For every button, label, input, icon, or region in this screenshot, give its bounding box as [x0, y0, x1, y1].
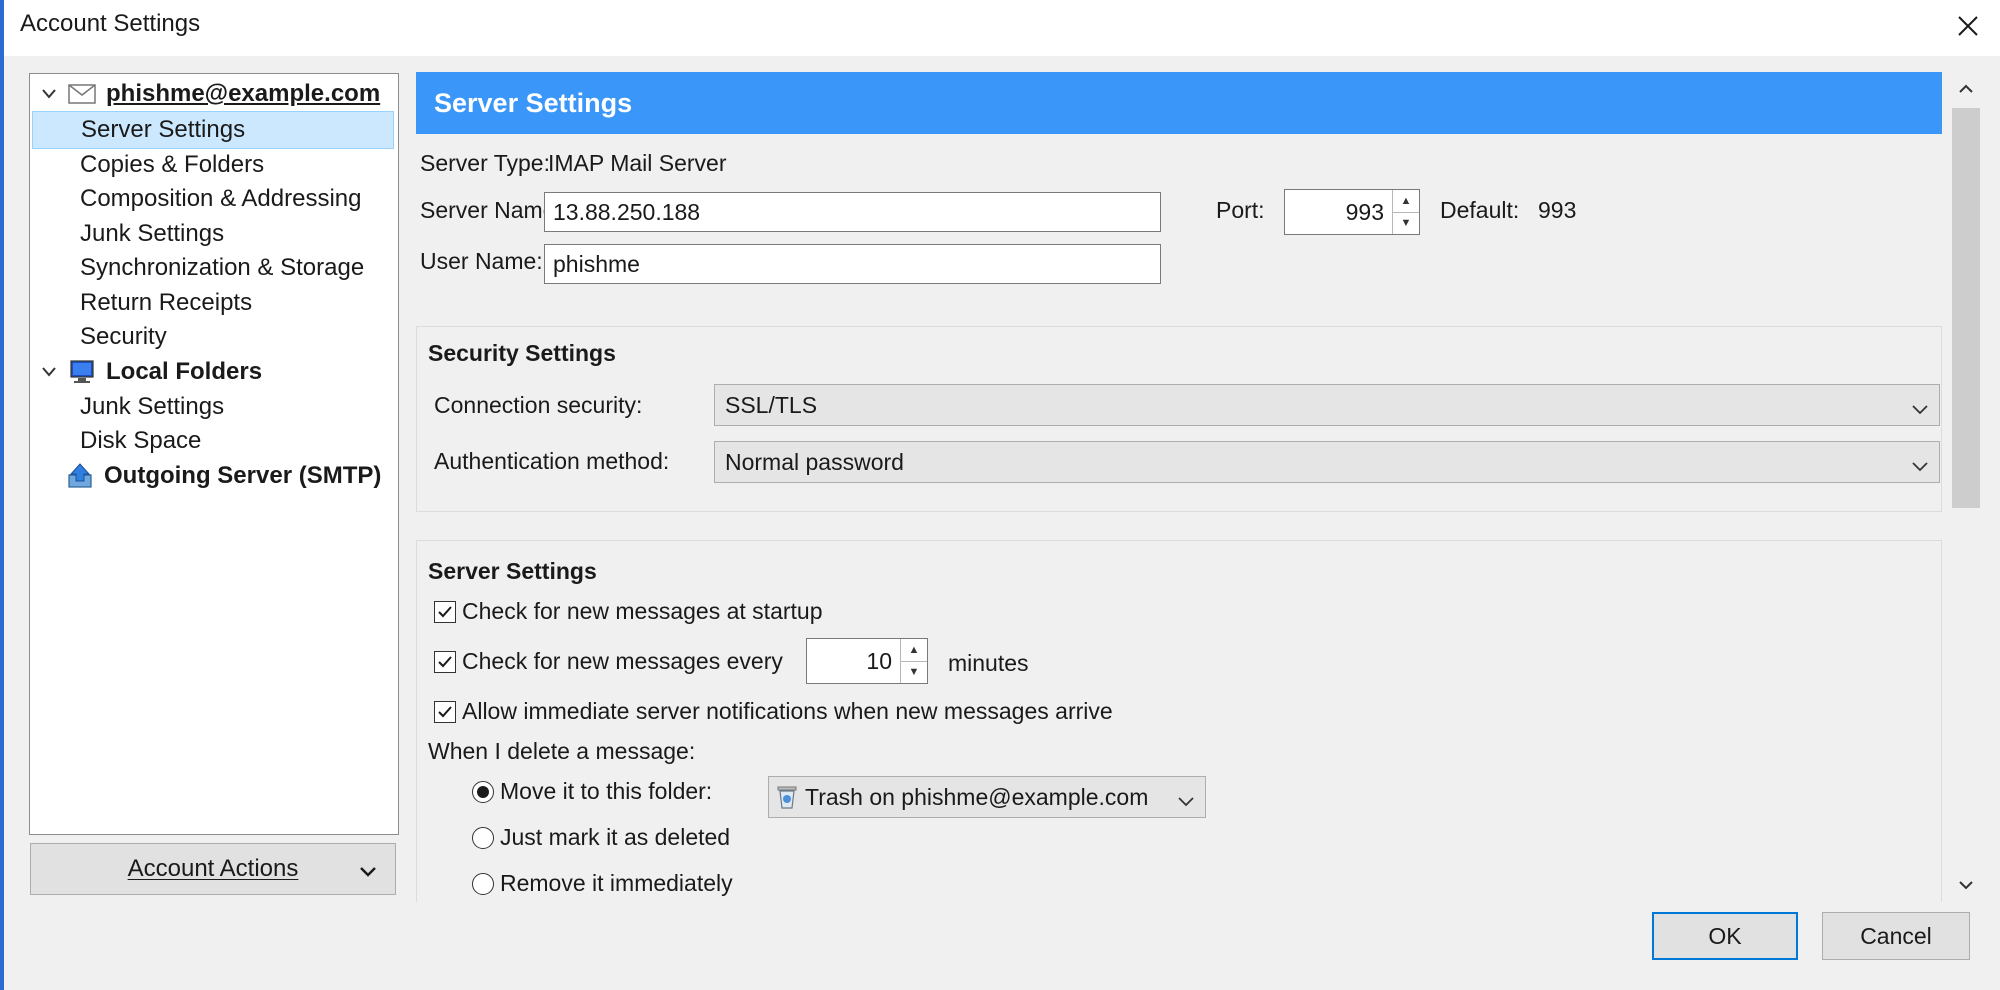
server-type-label: Server Type:	[420, 150, 550, 176]
move-folder-radio[interactable]	[472, 780, 494, 803]
check-interval-value: 10	[866, 647, 892, 674]
tree-item-composition[interactable]: Composition & Addressing	[32, 180, 394, 218]
title-bar: Account Settings	[0, 0, 2000, 56]
move-folder-row[interactable]: Move it to this folder:	[472, 778, 712, 805]
stepper-up-icon[interactable]: ▲	[901, 639, 927, 661]
tree-item-copies-folders[interactable]: Copies & Folders	[32, 146, 394, 184]
account-actions-button[interactable]: Account Actions	[30, 843, 396, 895]
scrollbar-thumb[interactable]	[1952, 108, 1980, 508]
tree-local-folders[interactable]: Local Folders	[38, 353, 262, 391]
connection-security-label: Connection security:	[434, 392, 643, 418]
tree-item-local-junk[interactable]: Junk Settings	[32, 388, 394, 426]
outgoing-server-label: Outgoing Server (SMTP)	[104, 462, 382, 489]
server-settings-title: Server Settings	[428, 558, 597, 584]
check-startup-label: Check for new messages at startup	[462, 598, 823, 624]
stepper-down-icon[interactable]: ▼	[901, 660, 927, 684]
tree-item-return-receipts[interactable]: Return Receipts	[32, 284, 394, 322]
ok-button[interactable]: OK	[1652, 912, 1798, 960]
user-name-label: User Name:	[420, 248, 543, 274]
stepper-down-icon[interactable]: ▼	[1393, 211, 1419, 235]
chevron-down-icon	[1911, 452, 1929, 479]
local-folders-label: Local Folders	[106, 358, 263, 385]
minutes-label: minutes	[948, 650, 1029, 676]
window-title: Account Settings	[20, 10, 201, 37]
tree-item-server-settings[interactable]: Server Settings	[32, 111, 394, 149]
remove-immediately-row[interactable]: Remove it immediately	[472, 870, 733, 897]
allow-notifications-checkbox[interactable]	[434, 700, 456, 723]
server-name-input[interactable]	[544, 192, 1161, 232]
chevron-down-icon	[1911, 395, 1929, 422]
trash-icon	[775, 784, 799, 810]
check-every-checkbox[interactable]	[434, 650, 456, 673]
check-startup-row[interactable]: Check for new messages at startup	[434, 598, 823, 625]
check-startup-checkbox[interactable]	[434, 600, 456, 623]
trash-folder-value: Trash on phishme@example.com	[805, 783, 1149, 810]
user-name-input[interactable]	[544, 244, 1161, 284]
tree-item-security[interactable]: Security	[32, 318, 394, 356]
mark-deleted-label: Just mark it as deleted	[500, 824, 731, 850]
close-button[interactable]	[1936, 0, 2000, 52]
security-settings-title: Security Settings	[428, 340, 616, 366]
server-type-value: IMAP Mail Server	[548, 150, 727, 176]
scroll-up-icon[interactable]	[1948, 72, 1984, 106]
allow-notifications-row[interactable]: Allow immediate server notifications whe…	[434, 698, 1113, 725]
default-port-value: 993	[1538, 197, 1577, 223]
chevron-down-icon[interactable]	[38, 88, 60, 100]
outgoing-server-icon	[64, 462, 96, 490]
computer-icon	[66, 358, 98, 386]
cancel-button[interactable]: Cancel	[1822, 912, 1970, 960]
auth-method-value: Normal password	[725, 448, 904, 475]
port-label: Port:	[1216, 197, 1265, 223]
server-name-label: Server Name:	[420, 197, 562, 223]
remove-immediately-radio[interactable]	[472, 872, 494, 895]
check-every-row[interactable]: Check for new messages every	[434, 648, 783, 675]
account-actions-label: Account Actions	[127, 855, 299, 882]
mark-deleted-row[interactable]: Just mark it as deleted	[472, 824, 730, 851]
auth-method-label: Authentication method:	[434, 448, 670, 474]
auth-method-select[interactable]: Normal password	[714, 441, 1940, 483]
tree-item-disk-space[interactable]: Disk Space	[32, 422, 394, 460]
chevron-down-icon	[359, 858, 377, 886]
check-every-label: Check for new messages every	[462, 648, 783, 674]
chevron-down-icon[interactable]	[38, 366, 60, 378]
chevron-down-icon	[1177, 787, 1195, 814]
tree-account[interactable]: phishme@example.com	[38, 75, 380, 113]
tree-item-junk-settings[interactable]: Junk Settings	[32, 215, 394, 253]
allow-notifications-label: Allow immediate server notifications whe…	[462, 698, 1113, 724]
connection-security-select[interactable]: SSL/TLS	[714, 384, 1940, 426]
mark-deleted-radio[interactable]	[472, 826, 494, 849]
check-interval-stepper[interactable]: 10 ▲ ▼	[806, 638, 928, 684]
account-settings-dialog: phishme@example.com Server Settings Copi…	[4, 56, 2000, 990]
stepper-up-icon[interactable]: ▲	[1393, 190, 1419, 212]
port-value: 993	[1345, 198, 1384, 225]
mail-icon	[66, 80, 98, 108]
account-email: phishme@example.com	[106, 80, 381, 107]
close-icon	[1958, 16, 1978, 36]
trash-folder-select[interactable]: Trash on phishme@example.com	[768, 776, 1206, 818]
move-folder-label: Move it to this folder:	[500, 778, 713, 804]
port-stepper[interactable]: 993 ▲ ▼	[1284, 189, 1420, 235]
default-port-label: Default:	[1440, 197, 1520, 223]
remove-immediately-label: Remove it immediately	[500, 870, 733, 896]
connection-security-value: SSL/TLS	[725, 391, 818, 418]
page-title: Server Settings	[416, 72, 1942, 134]
tree-outgoing-server[interactable]: Outgoing Server (SMTP)	[64, 457, 381, 495]
vertical-scrollbar[interactable]	[1948, 72, 1984, 902]
settings-content: Server Settings Server Type: IMAP Mail S…	[414, 72, 1948, 902]
delete-message-label: When I delete a message:	[428, 738, 696, 764]
account-tree[interactable]: phishme@example.com Server Settings Copi…	[29, 73, 399, 835]
scroll-down-icon[interactable]	[1948, 868, 1984, 902]
tree-item-synchronization[interactable]: Synchronization & Storage	[32, 249, 394, 287]
